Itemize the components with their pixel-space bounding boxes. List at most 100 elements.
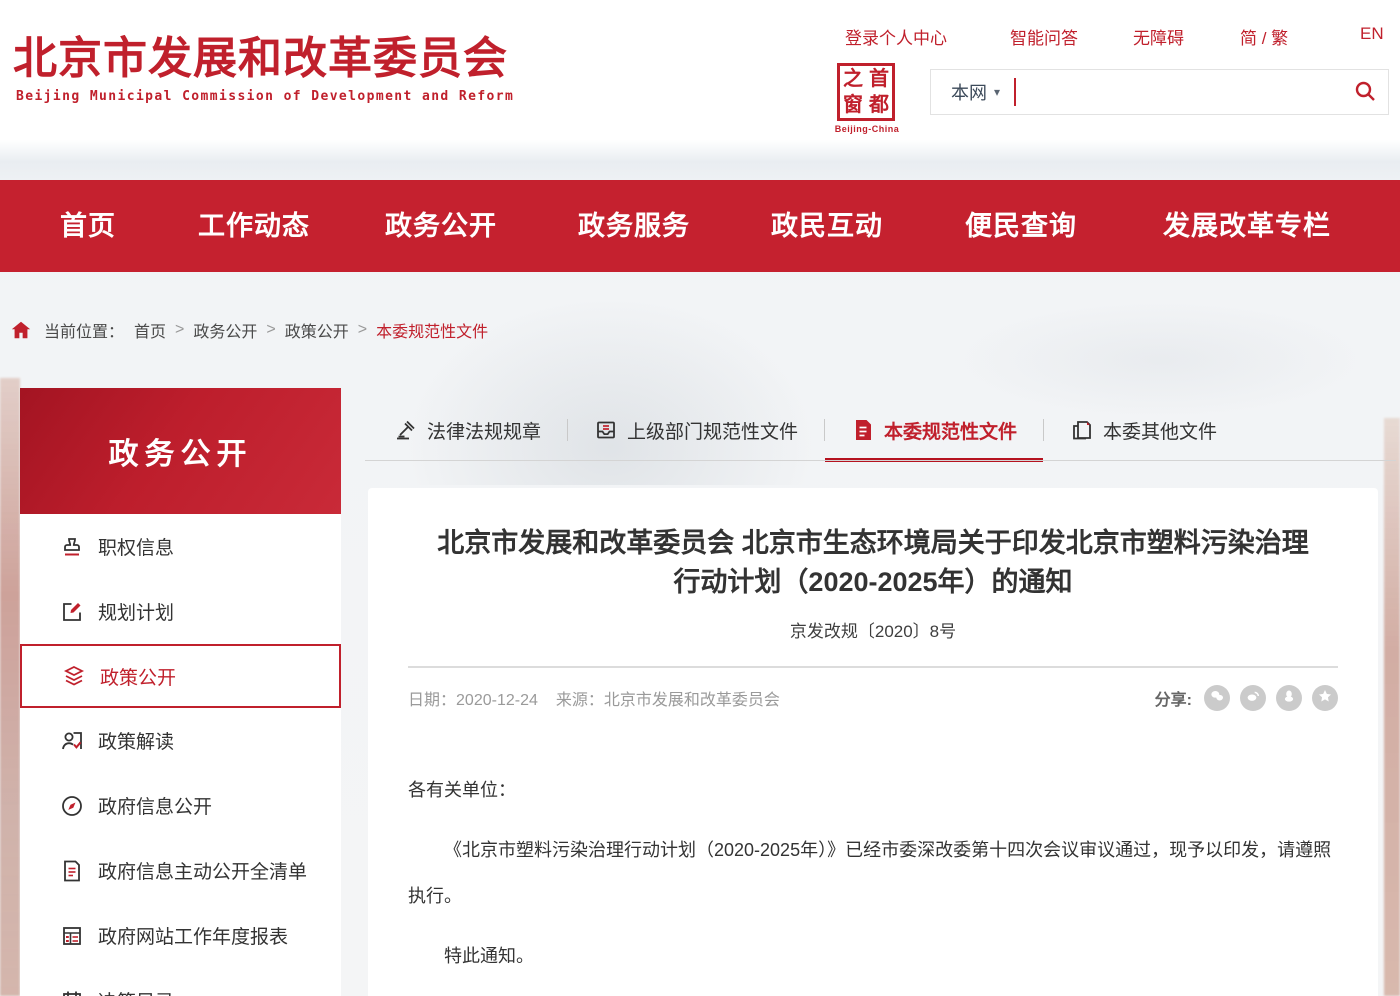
share-label: 分享: (1155, 686, 1192, 710)
article-panel: 北京市发展和改革委员会 北京市生态环境局关于印发北京市塑料污染治理行动计划（20… (368, 488, 1378, 996)
article-source: 北京市发展和改革委员会 (604, 692, 780, 709)
nav-item-development-reform-column[interactable]: 发展改革专栏 (1163, 180, 1331, 272)
tab-commission-normative-documents[interactable]: 本委规范性文件 (825, 399, 1043, 461)
edit-icon (60, 600, 84, 624)
sidebar-item-label: 政策解读 (98, 727, 174, 754)
nav-item-convenient-inquiry[interactable]: 便民查询 (965, 180, 1077, 272)
page: 北京市发展和改革委员会 Beijing Municipal Commission… (0, 0, 1400, 996)
breadcrumb-separator: > (175, 321, 184, 339)
share-favorite-button[interactable] (1312, 685, 1338, 711)
link-accessibility[interactable]: 无障碍 (1133, 24, 1184, 49)
tabs-divider-line (365, 460, 1396, 461)
interpret-icon (60, 729, 84, 753)
tab-laws-regulations[interactable]: 法律法规规章 (368, 399, 567, 461)
nav-item-public-interaction[interactable]: 政民互动 (771, 180, 883, 272)
sidebar-item-label: 决策目录 (98, 987, 174, 996)
breadcrumb-item-policy-disclosure[interactable]: 政策公开 (285, 318, 349, 342)
sidebar-list: 职权信息 规划计划 政策公开 政策解读 (20, 514, 341, 996)
breadcrumb: 当前位置： 首页 > 政务公开 > 政策公开 > 本委规范性文件 (10, 318, 488, 342)
article-date: 2020-12-24 (456, 692, 538, 709)
article-salutation: 各有关单位： (408, 767, 1338, 813)
report-icon (60, 924, 84, 948)
beijing-china-seal-logo[interactable]: 之 首 窗 都 (837, 63, 895, 121)
sidebar-item-policy-disclosure[interactable]: 政策公开 (20, 644, 341, 708)
sidebar-item-label: 政府信息公开 (98, 792, 212, 819)
link-simplified-traditional[interactable]: 简 / 繁 (1240, 24, 1288, 49)
seal-char: 首 (866, 66, 892, 92)
article-meta: 日期：2020-12-24 来源：北京市发展和改革委员会 (408, 686, 780, 710)
article-paragraph: 特此通知。 (408, 933, 1338, 979)
nav-item-gov-affairs-disclosure[interactable]: 政务公开 (385, 180, 497, 272)
tab-commission-other-documents[interactable]: 本委其他文件 (1044, 399, 1243, 461)
tab-superior-normative-documents[interactable]: 上级部门规范性文件 (568, 399, 824, 461)
site-logo-subtitle: Beijing Municipal Commission of Developm… (16, 89, 514, 104)
search-text-cursor (1014, 78, 1016, 106)
share-weibo-button[interactable] (1240, 685, 1266, 711)
search-input[interactable] (1024, 72, 1342, 112)
stamp-icon (60, 535, 84, 559)
search-icon (1353, 79, 1377, 106)
home-icon[interactable] (10, 319, 32, 341)
share-wechat-button[interactable] (1204, 685, 1230, 711)
files-icon (1070, 418, 1094, 442)
breadcrumb-current: 本委规范性文件 (376, 318, 488, 342)
inbox-icon (594, 418, 618, 442)
seal-char: 窗 (840, 92, 866, 118)
search-button[interactable] (1342, 70, 1388, 114)
sidebar-item-gov-info-disclosure[interactable]: 政府信息公开 (20, 773, 341, 838)
content-tabs: 法律法规规章 上级部门规范性文件 本委规范性文件 本委其他文件 (368, 399, 1243, 461)
sidebar-item-label: 政府信息主动公开全清单 (98, 857, 307, 884)
site-header: 北京市发展和改革委员会 Beijing Municipal Commission… (0, 0, 1400, 150)
link-english[interactable]: EN (1360, 24, 1384, 44)
search-bar: 本网 ▾ (930, 69, 1389, 115)
breadcrumb-separator: > (266, 321, 275, 339)
qq-icon (1281, 688, 1297, 709)
link-login-personal-center[interactable]: 登录个人中心 (845, 24, 947, 49)
share-bar: 分享: (1155, 685, 1338, 711)
compass-icon (60, 794, 84, 818)
sidebar-item-authority-info[interactable]: 职权信息 (20, 514, 341, 579)
seal-caption: Beijing-China (827, 124, 907, 134)
star-icon (1317, 688, 1333, 709)
article-title: 北京市发展和改革委员会 北京市生态环境局关于印发北京市塑料污染治理行动计划（20… (426, 524, 1320, 602)
topbar-links: 登录个人中心 智能问答 无障碍 简 / 繁 EN (0, 24, 1400, 48)
article-body: 各有关单位： 《北京市塑料污染治理行动计划（2020-2025年）》已经市委深改… (408, 767, 1338, 996)
sidebar-item-label: 政策公开 (100, 663, 176, 690)
article-meta-row: 日期：2020-12-24 来源：北京市发展和改革委员会 分享: (408, 685, 1338, 711)
sidebar-item-proactive-disclosure-list[interactable]: 政府信息主动公开全清单 (20, 838, 341, 903)
breadcrumb-separator: > (358, 321, 367, 339)
link-smart-qa[interactable]: 智能问答 (1010, 24, 1078, 49)
share-qq-button[interactable] (1276, 685, 1302, 711)
sidebar-item-decision-catalog[interactable]: 决策目录 (20, 968, 341, 996)
document-number: 京发改规〔2020〕8号 (368, 617, 1378, 642)
sidebar-item-label: 政府网站工作年度报表 (98, 922, 288, 949)
sidebar-item-label: 职权信息 (98, 533, 174, 560)
catalog-icon (60, 989, 84, 996)
breadcrumb-item-home[interactable]: 首页 (134, 318, 166, 342)
search-scope-label: 本网 (951, 79, 987, 105)
article-paragraph: 《北京市塑料污染治理行动计划（2020-2025年）》已经市委深改委第十四次会议… (408, 827, 1338, 919)
seal-char: 都 (866, 92, 892, 118)
tab-label: 法律法规规章 (427, 417, 541, 444)
date-label: 日期： (408, 692, 456, 709)
nav-item-gov-services[interactable]: 政务服务 (578, 180, 690, 272)
doc-list-icon (60, 859, 84, 883)
sidebar-item-label: 规划计划 (98, 598, 174, 625)
breadcrumb-item-gov-disclosure[interactable]: 政务公开 (193, 318, 257, 342)
sidebar-item-website-annual-report[interactable]: 政府网站工作年度报表 (20, 903, 341, 968)
tab-label: 本委其他文件 (1103, 417, 1217, 444)
background-photo-left-edge (0, 378, 20, 996)
source-label: 来源： (556, 692, 604, 709)
layers-icon (62, 664, 86, 688)
red-doc-icon (851, 418, 875, 442)
search-scope-dropdown[interactable]: 本网 ▾ (931, 79, 1014, 105)
sidebar-item-policy-interpretation[interactable]: 政策解读 (20, 708, 341, 773)
sidebar-item-planning[interactable]: 规划计划 (20, 579, 341, 644)
sidebar: 政务公开 职权信息 规划计划 政策公开 (20, 388, 341, 996)
caret-down-icon: ▾ (994, 85, 1000, 99)
nav-item-home[interactable]: 首页 (60, 180, 116, 272)
sidebar-header: 政务公开 (20, 388, 341, 514)
tab-label: 上级部门规范性文件 (627, 417, 798, 444)
nav-item-work-news[interactable]: 工作动态 (198, 180, 310, 272)
breadcrumb-label: 当前位置： (44, 318, 124, 342)
